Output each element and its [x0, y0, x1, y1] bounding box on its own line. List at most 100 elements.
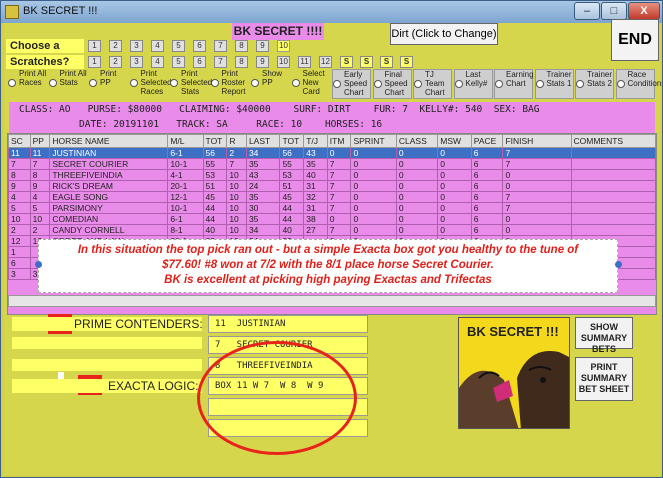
- scratch-s-button[interactable]: S: [380, 56, 393, 68]
- table-row[interactable]: 9 9 RICK'S DREAM 20-1 51 10 24 51 31 7 0 0 0 6 0: [8, 180, 656, 192]
- option-trainer-stats-2[interactable]: Trainer Stats 2: [575, 69, 614, 99]
- column-header[interactable]: ITM: [326, 134, 352, 148]
- table-cell: 0: [437, 158, 472, 170]
- option-select-new-card[interactable]: Select New Card: [291, 69, 331, 99]
- column-header[interactable]: T/J: [303, 134, 328, 148]
- table-cell: 9: [29, 180, 51, 192]
- column-header[interactable]: COMMENTS: [570, 134, 656, 148]
- option-label: Print All Races: [19, 69, 47, 87]
- scratch-button-5[interactable]: 5: [172, 56, 185, 68]
- table-row[interactable]: 10 10 COMEDIAN 6-1 44 10 35 44 38 0 0 0 0 6 0: [8, 213, 656, 225]
- main-panel: BK SECRET !!!! Dirt (Click to Change) EN…: [4, 19, 662, 475]
- scratch-s-button[interactable]: S: [340, 56, 353, 68]
- column-header[interactable]: LAST: [245, 134, 281, 148]
- column-header[interactable]: CLASS: [395, 134, 439, 148]
- minimize-button[interactable]: –: [574, 2, 600, 20]
- table-scrollbar[interactable]: [8, 295, 656, 307]
- radio-icon: [251, 79, 259, 87]
- race-button-9[interactable]: 9: [256, 40, 269, 52]
- scratch-button-8[interactable]: 8: [235, 56, 248, 68]
- column-header[interactable]: M/L: [167, 134, 204, 148]
- scratch-button-4[interactable]: 4: [151, 56, 164, 68]
- scratch-button-10[interactable]: 10: [277, 56, 290, 68]
- scratch-button-1[interactable]: 1: [88, 56, 101, 68]
- race-button-1[interactable]: 1: [88, 40, 101, 52]
- option-last-kelly[interactable]: Last Kelly#: [453, 69, 493, 99]
- exacta-label: EXACTA LOGIC:: [108, 379, 199, 393]
- column-header[interactable]: TOT: [202, 134, 228, 148]
- option-label: Race Conditions: [627, 70, 663, 88]
- option-early-speed-chart[interactable]: Early Speed Chart: [332, 69, 371, 99]
- table-cell: 2: [29, 224, 51, 236]
- scratch-button-6[interactable]: 6: [193, 56, 206, 68]
- table-row[interactable]: 5 5 PARSIMONY 10-1 44 10 30 44 31 7 0 0 0 6 7: [8, 202, 656, 214]
- race-button-5[interactable]: 5: [172, 40, 185, 52]
- race-button-7[interactable]: 7: [214, 40, 227, 52]
- column-header[interactable]: TOT: [279, 134, 305, 148]
- radio-icon: [333, 80, 341, 88]
- scratch-button-9[interactable]: 9: [256, 56, 269, 68]
- radio-icon: [414, 80, 422, 88]
- column-header[interactable]: SPRINT: [350, 134, 397, 148]
- option-label: TJ Team Chart: [425, 70, 445, 97]
- end-button[interactable]: END: [611, 19, 659, 61]
- option-tj-team-chart[interactable]: TJ Team Chart: [413, 69, 452, 99]
- table-cell: 7: [326, 191, 352, 203]
- scratch-s-button[interactable]: S: [360, 56, 373, 68]
- table-cell: 55: [279, 158, 305, 170]
- table-cell: [570, 169, 656, 181]
- maximize-button[interactable]: □: [601, 2, 627, 20]
- scratch-button-7[interactable]: 7: [214, 56, 227, 68]
- column-header[interactable]: PACE: [470, 134, 504, 148]
- scratch-button-2[interactable]: 2: [109, 56, 122, 68]
- table-row[interactable]: 8 8 THREEFIVEINDIA 4-1 53 10 43 53 40 7 0 0 0 6 0: [8, 169, 656, 181]
- table-cell: 10: [226, 202, 247, 214]
- column-header[interactable]: HORSE NAME: [49, 134, 169, 148]
- close-button[interactable]: X: [628, 2, 660, 20]
- table-row[interactable]: 7 7 SECRET COURIER 10-1 55 7 35 55 35 7 0 0 0 6 7: [8, 158, 656, 170]
- scratch-button-12[interactable]: 12: [319, 56, 332, 68]
- table-row[interactable]: 2 2 CANDY CORNELL 8-1 40 10 34 40 27 7 0 0 0 6 0: [8, 224, 656, 236]
- option-print-pp[interactable]: Print PP: [89, 69, 128, 99]
- scratch-s-button[interactable]: S: [400, 56, 413, 68]
- race-button-3[interactable]: 3: [130, 40, 143, 52]
- column-header[interactable]: R: [226, 134, 247, 148]
- table-row[interactable]: 4 4 EAGLE SONG 12-1 45 10 35 45 32 7 0 0 0 6 7: [8, 191, 656, 203]
- race-button-2[interactable]: 2: [109, 40, 122, 52]
- callout-right-handle[interactable]: [615, 261, 622, 268]
- table-cell: 24: [245, 180, 281, 192]
- option-show-pp[interactable]: Show PP: [251, 69, 290, 99]
- option-print-selected-stats[interactable]: Print Selected Stats: [170, 69, 212, 99]
- print-summary-bet-sheet-button[interactable]: PRINT SUMMARY BET SHEET: [575, 357, 633, 401]
- surface-toggle-button[interactable]: Dirt (Click to Change): [390, 23, 498, 45]
- option-earning-chart[interactable]: Earning Chart: [494, 69, 534, 99]
- table-cell: 4-1: [167, 169, 204, 181]
- table-cell: 0: [395, 213, 439, 225]
- option-print-roster-report[interactable]: Print Roster Report: [210, 69, 250, 99]
- option-label: Trainer Stats 2: [587, 70, 613, 88]
- option-print-all-races[interactable]: Print All Races: [8, 69, 47, 99]
- table-cell: 0: [437, 180, 472, 192]
- scratch-button-11[interactable]: 11: [298, 56, 311, 68]
- race-button-4[interactable]: 4: [151, 40, 164, 52]
- option-race-conditions[interactable]: Race Conditions: [615, 69, 662, 99]
- scratch-button-3[interactable]: 3: [130, 56, 143, 68]
- column-header[interactable]: SC: [8, 134, 31, 148]
- column-header[interactable]: FINISH: [502, 134, 572, 148]
- option-print-all-stats[interactable]: Print All Stats: [48, 69, 88, 99]
- option-print-selected-races[interactable]: Print Selected Races: [129, 69, 172, 99]
- column-header[interactable]: PP: [29, 134, 51, 148]
- table-cell: 10-1: [167, 202, 204, 214]
- table-cell: 0: [395, 180, 439, 192]
- table-cell: 56: [202, 147, 228, 159]
- race-button-6[interactable]: 6: [193, 40, 206, 52]
- race-button-10[interactable]: 10: [277, 40, 290, 52]
- contender-pick-1: 11 JUSTINIAN: [208, 315, 368, 333]
- option-final-speed-chart[interactable]: Final Speed Chart: [372, 69, 412, 99]
- option-trainer-stats-1[interactable]: Trainer Stats 1: [534, 69, 574, 99]
- show-summary-bets-button[interactable]: SHOW SUMMARY BETS: [575, 317, 633, 354]
- race-button-8[interactable]: 8: [235, 40, 248, 52]
- callout-left-handle[interactable]: [35, 261, 42, 268]
- table-row[interactable]: 11 11 JUSTINIAN 6-1 56 2 34 56 43 0 0 0 0 6 7: [8, 147, 656, 159]
- column-header[interactable]: MSW: [437, 134, 472, 148]
